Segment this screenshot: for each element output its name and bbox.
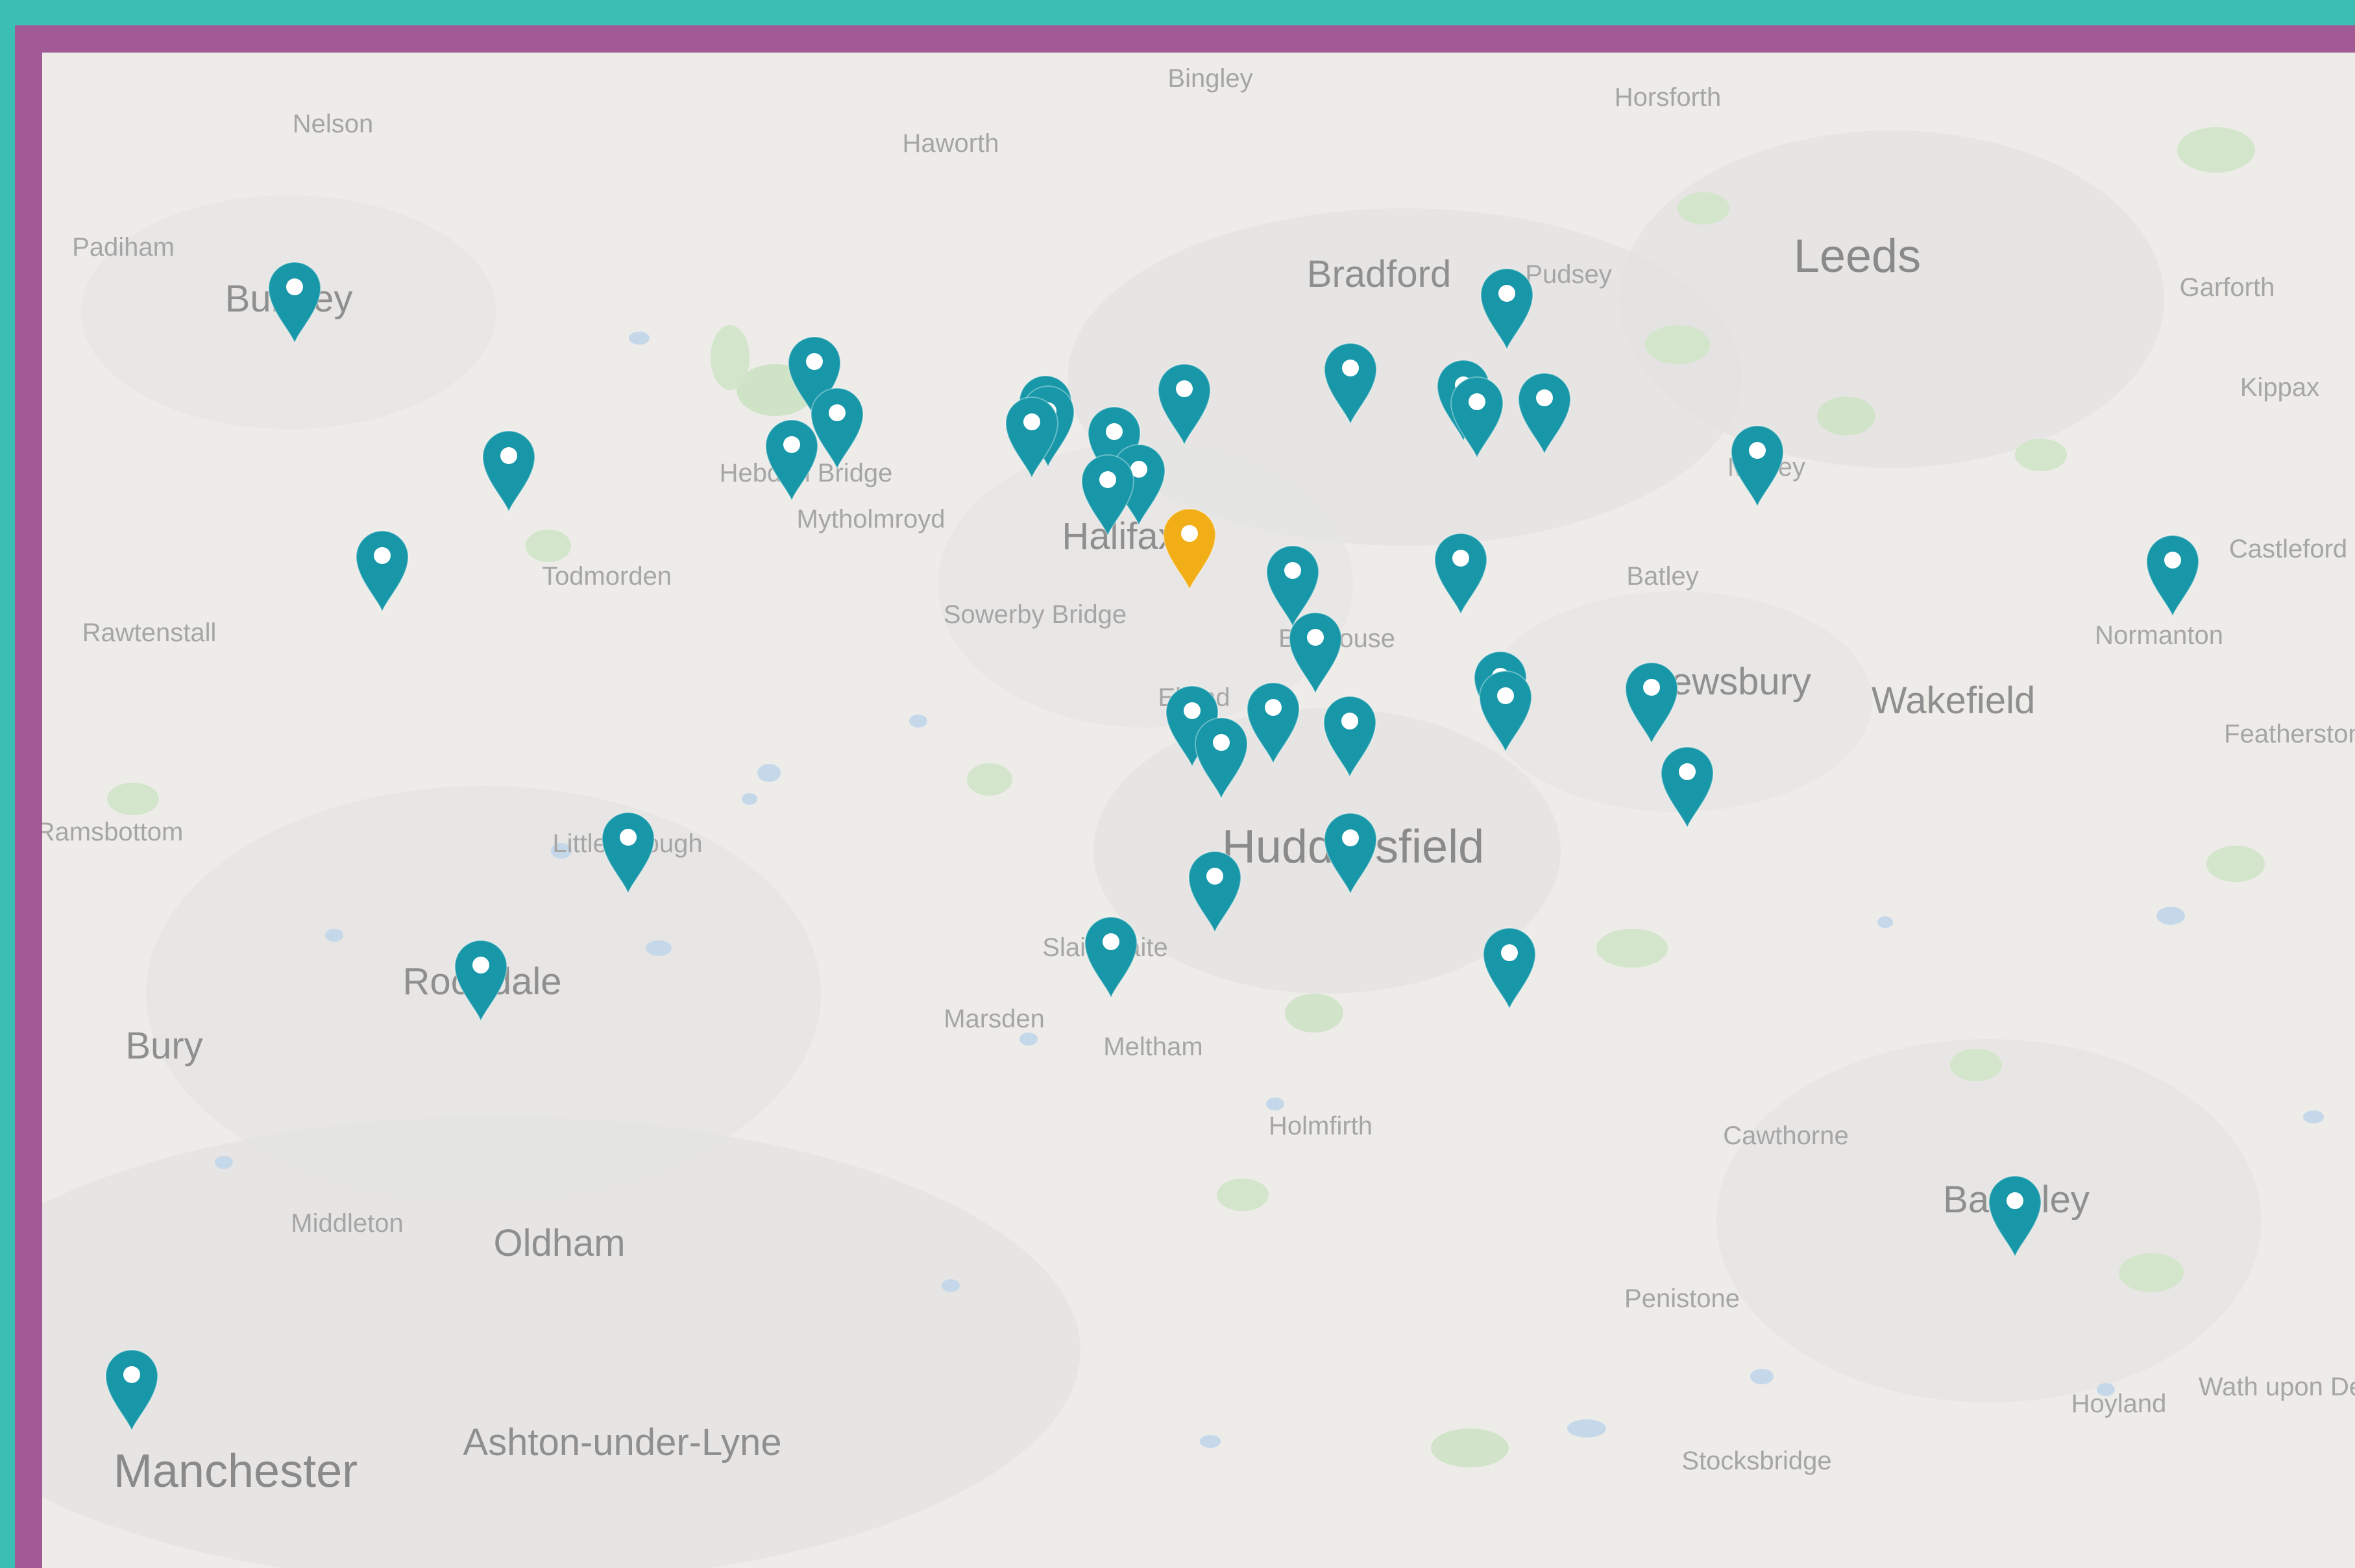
map-marker[interactable] <box>1480 924 1539 1010</box>
map-pin-icon <box>1482 927 1537 1010</box>
map-marker[interactable] <box>1002 393 1062 479</box>
map-marker[interactable] <box>1321 809 1380 895</box>
map-pin-icon <box>355 530 409 613</box>
map-marker[interactable] <box>1431 530 1491 615</box>
place-label: Marsden <box>944 1005 1045 1033</box>
map-pin-icon <box>764 419 819 502</box>
map-marker[interactable] <box>1243 679 1303 765</box>
map-pin-icon <box>1480 268 1534 350</box>
place-label: Cawthorne <box>1723 1121 1849 1150</box>
map-marker[interactable] <box>479 427 539 513</box>
map-pin-icon <box>1730 425 1785 508</box>
map-pin-icon <box>1988 1175 2042 1258</box>
map-pin-icon <box>1323 696 1377 778</box>
map-pin-icon <box>1194 717 1249 800</box>
map-pin-icon <box>104 1349 159 1432</box>
place-label: Wakefield <box>1871 680 2036 722</box>
place-label: Oldham <box>493 1222 626 1264</box>
place-label: Nelson <box>292 110 374 138</box>
map-pin-icon <box>1323 813 1378 895</box>
place-label: Featherstone <box>2224 720 2355 748</box>
map-marker[interactable] <box>1727 422 1787 508</box>
place-label: Meltham <box>1103 1033 1203 1061</box>
place-label: Ashton-under-Lyne <box>463 1421 782 1464</box>
map-pin-icon <box>1323 343 1378 425</box>
map-marker[interactable] <box>1476 667 1535 753</box>
place-label: Wath upon Dearne <box>2198 1373 2355 1401</box>
place-label: Mytholmroyd <box>796 505 946 533</box>
map-marker[interactable] <box>1081 913 1141 999</box>
map-marker[interactable] <box>1985 1172 2045 1258</box>
map-pin-icon <box>1660 746 1714 829</box>
map-marker[interactable] <box>1477 265 1537 350</box>
map-marker[interactable] <box>762 416 822 502</box>
map-marker[interactable] <box>1078 451 1138 537</box>
place-label: Padiham <box>72 233 175 262</box>
place-label: Bingley <box>1167 64 1253 93</box>
place-label: Holmfirth <box>1268 1112 1373 1140</box>
place-label: Rawtenstall <box>82 619 217 647</box>
place-label: Horsforth <box>1614 83 1722 112</box>
map-pin-icon <box>1246 682 1300 765</box>
place-label: Ramsbottom <box>42 818 184 846</box>
map-marker[interactable] <box>1321 339 1380 425</box>
place-label: Stocksbridge <box>1681 1447 1832 1475</box>
place-label: Penistone <box>1624 1284 1740 1313</box>
place-label: Batley <box>1626 562 1699 591</box>
place-label: Middleton <box>291 1209 404 1238</box>
map-marker[interactable] <box>1154 360 1214 446</box>
map-marker[interactable] <box>1185 848 1245 933</box>
place-label: Garforth <box>2179 273 2275 302</box>
place-label: Manchester <box>113 1445 358 1497</box>
map-marker[interactable] <box>1622 659 1681 744</box>
map-pin-icon <box>482 430 536 513</box>
map-pin-icon <box>1624 662 1679 744</box>
place-labels: BingleyHorsforthNelsonHaworthPadihamBurn… <box>42 53 2355 1568</box>
map-marker[interactable] <box>352 527 412 613</box>
map-pin-icon <box>454 940 508 1022</box>
map-pin-icon <box>1157 363 1212 446</box>
map-marker[interactable] <box>1515 369 1574 455</box>
map-pin-icon <box>1517 373 1572 455</box>
map-pin-icon <box>1434 533 1488 615</box>
place-label: Kippax <box>2239 373 2320 402</box>
place-label: Bury <box>125 1025 203 1067</box>
map-pin-icon <box>2145 535 2200 617</box>
place-label: Bradford <box>1306 253 1452 295</box>
map-marker[interactable] <box>1191 714 1251 800</box>
map-canvas[interactable]: BingleyHorsforthNelsonHaworthPadihamBurn… <box>42 53 2355 1568</box>
place-label: Castleford <box>2228 535 2348 563</box>
place-label: Sowerby Bridge <box>943 600 1127 629</box>
map-pin-icon <box>1084 916 1138 999</box>
map-pin-icon <box>1450 376 1504 459</box>
place-label: Todmorden <box>541 562 672 591</box>
map-pin-icon <box>1080 454 1135 537</box>
map-marker[interactable] <box>1320 692 1380 778</box>
place-label: Leeds <box>1793 230 1922 282</box>
map-marker[interactable] <box>102 1346 162 1432</box>
place-label: Normanton <box>2095 621 2223 650</box>
map-pin-icon <box>267 262 322 344</box>
map-pin-icon <box>1478 670 1533 753</box>
map-pin-icon <box>601 812 655 894</box>
map-pin-icon <box>1005 397 1059 479</box>
map-marker[interactable] <box>598 809 658 894</box>
map-marker[interactable] <box>1447 373 1507 459</box>
map-marker[interactable] <box>2143 532 2202 617</box>
map-marker[interactable] <box>451 937 511 1022</box>
place-label: Haworth <box>902 129 999 158</box>
map-pin-icon <box>1188 851 1242 933</box>
place-label: Hoyland <box>2071 1390 2167 1418</box>
place-label: Pudsey <box>1525 260 1612 289</box>
map-marker[interactable] <box>1657 743 1717 829</box>
map-marker[interactable] <box>265 258 324 344</box>
